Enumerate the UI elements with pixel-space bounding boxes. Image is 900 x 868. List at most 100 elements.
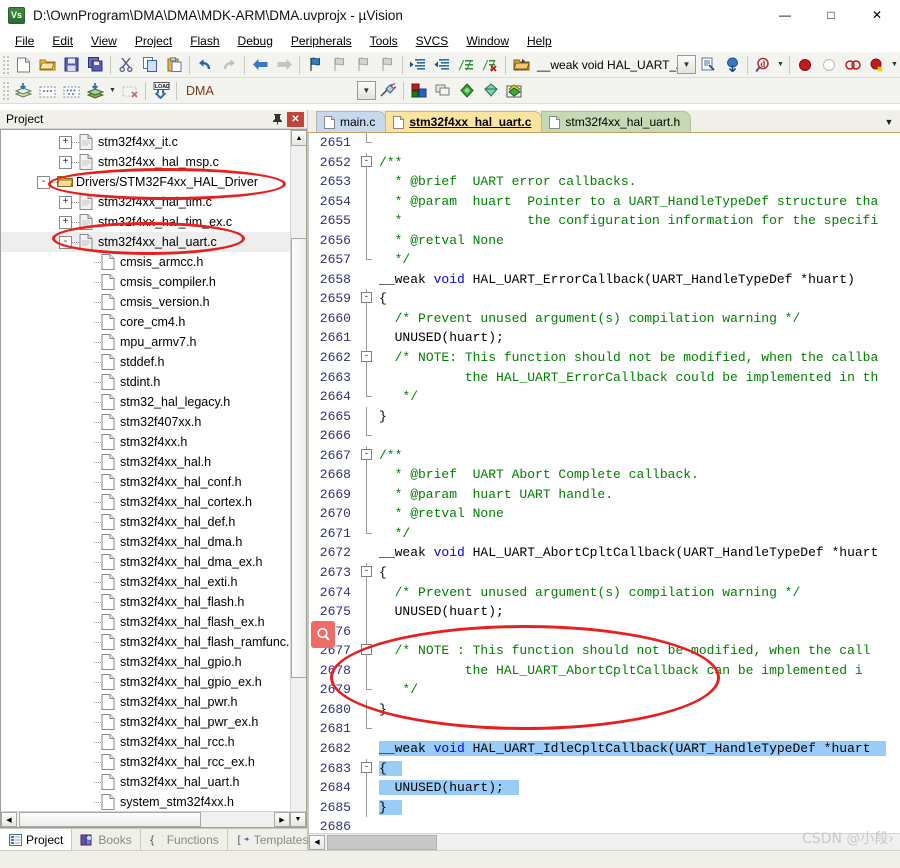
build-output-icon[interactable] [503,80,527,102]
tree-collapse-icon[interactable]: - [37,175,50,189]
menu-file[interactable]: File [6,32,43,50]
code-horizontal-scroll-thumb[interactable] [327,834,437,850]
save-icon[interactable] [59,54,83,76]
code-text[interactable]: /* Prevent unused argument(s) compilatio… [377,309,900,329]
copy-icon[interactable] [138,54,162,76]
tree-expand-icon[interactable]: + [59,135,72,149]
fold-column[interactable] [357,680,377,700]
tree-item-stm32f4xx-hal-dma-h[interactable]: stm32f4xx_hal_dma.h [1,532,290,552]
code-line[interactable]: 2658 __weak void HAL_UART_ErrorCallback(U… [309,270,900,290]
tree-item-stm32f4xx-hal-rcc-ex-h[interactable]: stm32f4xx_hal_rcc_ex.h [1,752,290,772]
fold-column[interactable] [357,250,377,270]
code-text[interactable]: __weak void HAL_UART_AbortCpltCallback(U… [377,543,900,563]
fold-collapse-icon[interactable]: - [361,644,372,656]
breakpoint-options-chevron-down-icon[interactable]: ▼ [889,54,900,76]
search-target-icon[interactable] [720,54,744,76]
code-line[interactable]: 2662- /* NOTE: This function should not … [309,348,900,368]
search-marker-icon[interactable] [311,621,335,648]
tree-item-stm32f4xx-hal-tim-c[interactable]: + stm32f4xx_hal_tim.c [1,192,290,212]
build-icon[interactable] [11,80,35,102]
panel-tab-books[interactable]: ? Books [72,829,141,850]
fold-column[interactable] [357,660,377,681]
code-line[interactable]: 2680} [309,699,900,720]
code-text[interactable]: } [377,407,900,427]
breakpoint-icon[interactable] [793,54,817,76]
tree-item-cmsis-armcc-h[interactable]: cmsis_armcc.h [1,252,290,272]
code-line[interactable]: 2677- /* NOTE : This function should not… [309,641,900,661]
menu-edit[interactable]: Edit [43,32,82,50]
uncomment-icon[interactable]: // [478,54,502,76]
tree-item-stm32f407xx-h[interactable]: stm32f407xx.h [1,412,290,432]
tree-item-stm32f4xx-hal-h[interactable]: stm32f4xx_hal.h [1,452,290,472]
fold-column[interactable] [357,739,377,759]
cut-icon[interactable] [114,54,138,76]
code-line[interactable]: 2656 * @retval None [309,230,900,251]
fold-column[interactable] [357,719,377,739]
tree-item-system-stm32f4xx-h[interactable]: system_stm32f4xx.h [1,792,290,811]
menu-peripherals[interactable]: Peripherals [282,32,361,50]
find-in-files-icon[interactable] [696,54,720,76]
editor-tab-stm32f4xx-hal-uart-c[interactable]: stm32f4xx_hal_uart.c [385,111,543,132]
code-text[interactable]: /* Prevent unused argument(s) compilatio… [377,583,900,603]
code-line[interactable]: 2665} [309,406,900,427]
tree-item-stm32f4xx-hal-msp-c[interactable]: + stm32f4xx_hal_msp.c [1,152,290,172]
code-lines[interactable]: 2651 2652-/** 2653 * @brief UART error cal… [309,133,900,833]
code-line[interactable]: 2667-/** [309,445,900,466]
tree-item-stm32f4xx-hal-tim-ex-c[interactable]: + stm32f4xx_hal_tim_ex.c [1,212,290,232]
find-magnifier-icon[interactable]: d [751,54,775,76]
code-text[interactable]: __weak void HAL_UART_IdleCpltCallback(UA… [377,739,900,759]
save-all-icon[interactable] [83,54,107,76]
bookmark-toggle-icon[interactable] [303,54,327,76]
rebuild-icon[interactable] [35,80,59,102]
batch-build-icon[interactable] [59,80,83,102]
code-text[interactable]: * @brief UART error callbacks. [377,172,900,192]
menu-help[interactable]: Help [518,32,561,50]
fold-collapse-icon[interactable]: - [361,292,372,304]
tree-item-stm32f4xx-hal-rcc-h[interactable]: stm32f4xx_hal_rcc.h [1,732,290,752]
code-line[interactable]: 2657 */ [309,250,900,270]
fold-collapse-icon[interactable]: - [361,448,372,460]
open-file-icon[interactable] [35,54,59,76]
tree-item-stm32f4xx-hal-uart-h[interactable]: stm32f4xx_hal_uart.h [1,772,290,792]
fold-column[interactable] [357,778,377,798]
tree-item-drivers-stm32f4xx-hal-driver[interactable]: - Drivers/STM32F4xx_HAL_Driver [1,172,290,192]
maximize-button[interactable]: □ [808,0,854,30]
menu-project[interactable]: Project [126,32,181,50]
tree-item-stm32f4xx-h[interactable]: stm32f4xx.h [1,432,290,452]
code-text[interactable]: /* NOTE : This function should not be mo… [377,641,900,661]
code-text[interactable]: the HAL_UART_AbortCpltCallback can be im… [377,661,900,681]
fold-column[interactable]: - [357,445,377,466]
tree-item-stm32f4xx-hal-exti-h[interactable]: stm32f4xx_hal_exti.h [1,572,290,592]
code-line[interactable]: 2651 [309,133,900,153]
tree-item-stm32f4xx-hal-gpio-h[interactable]: stm32f4xx_hal_gpio.h [1,652,290,672]
code-line[interactable]: 2673-{ [309,563,900,583]
toolbar-grip[interactable] [2,54,9,75]
function-combo-chevron-down-icon[interactable]: ▼ [677,55,696,74]
fold-column[interactable] [357,484,377,505]
fold-column[interactable]: - [357,563,377,583]
editor-tab-list-chevron-down-icon[interactable]: ▼ [878,111,900,132]
code-text[interactable]: * @retval None [377,231,900,251]
load-icon[interactable]: LOAD [149,80,173,102]
fold-column[interactable] [357,308,377,329]
code-line[interactable]: 2664 */ [309,387,900,407]
tree-expand-icon[interactable]: + [59,215,72,229]
code-line[interactable]: 2661 UNUSED(huart); [309,328,900,349]
fold-column[interactable]: - [357,641,377,661]
code-line[interactable]: 2681 [309,719,900,739]
tree-expand-icon[interactable]: + [59,195,72,209]
fold-column[interactable] [357,191,377,212]
fold-column[interactable] [357,328,377,349]
fold-column[interactable] [357,817,377,833]
fold-column[interactable] [357,699,377,720]
editor-tab-stm32f4xx-hal-uart-h[interactable]: stm32f4xx_hal_uart.h [541,111,692,132]
target-chevron-down-icon[interactable]: ▼ [356,81,376,100]
fold-column[interactable]: - [357,152,377,173]
tree-item-stm32f4xx-hal-gpio-ex-h[interactable]: stm32f4xx_hal_gpio_ex.h [1,672,290,692]
breakpoint-disable-all-icon[interactable] [865,54,889,76]
indent-icon[interactable] [406,54,430,76]
fold-column[interactable] [357,465,377,485]
tree-item-cmsis-compiler-h[interactable]: cmsis_compiler.h [1,272,290,292]
tree-item-stm32f4xx-hal-pwr-h[interactable]: stm32f4xx_hal_pwr.h [1,692,290,712]
build-target-icon[interactable] [83,80,107,102]
